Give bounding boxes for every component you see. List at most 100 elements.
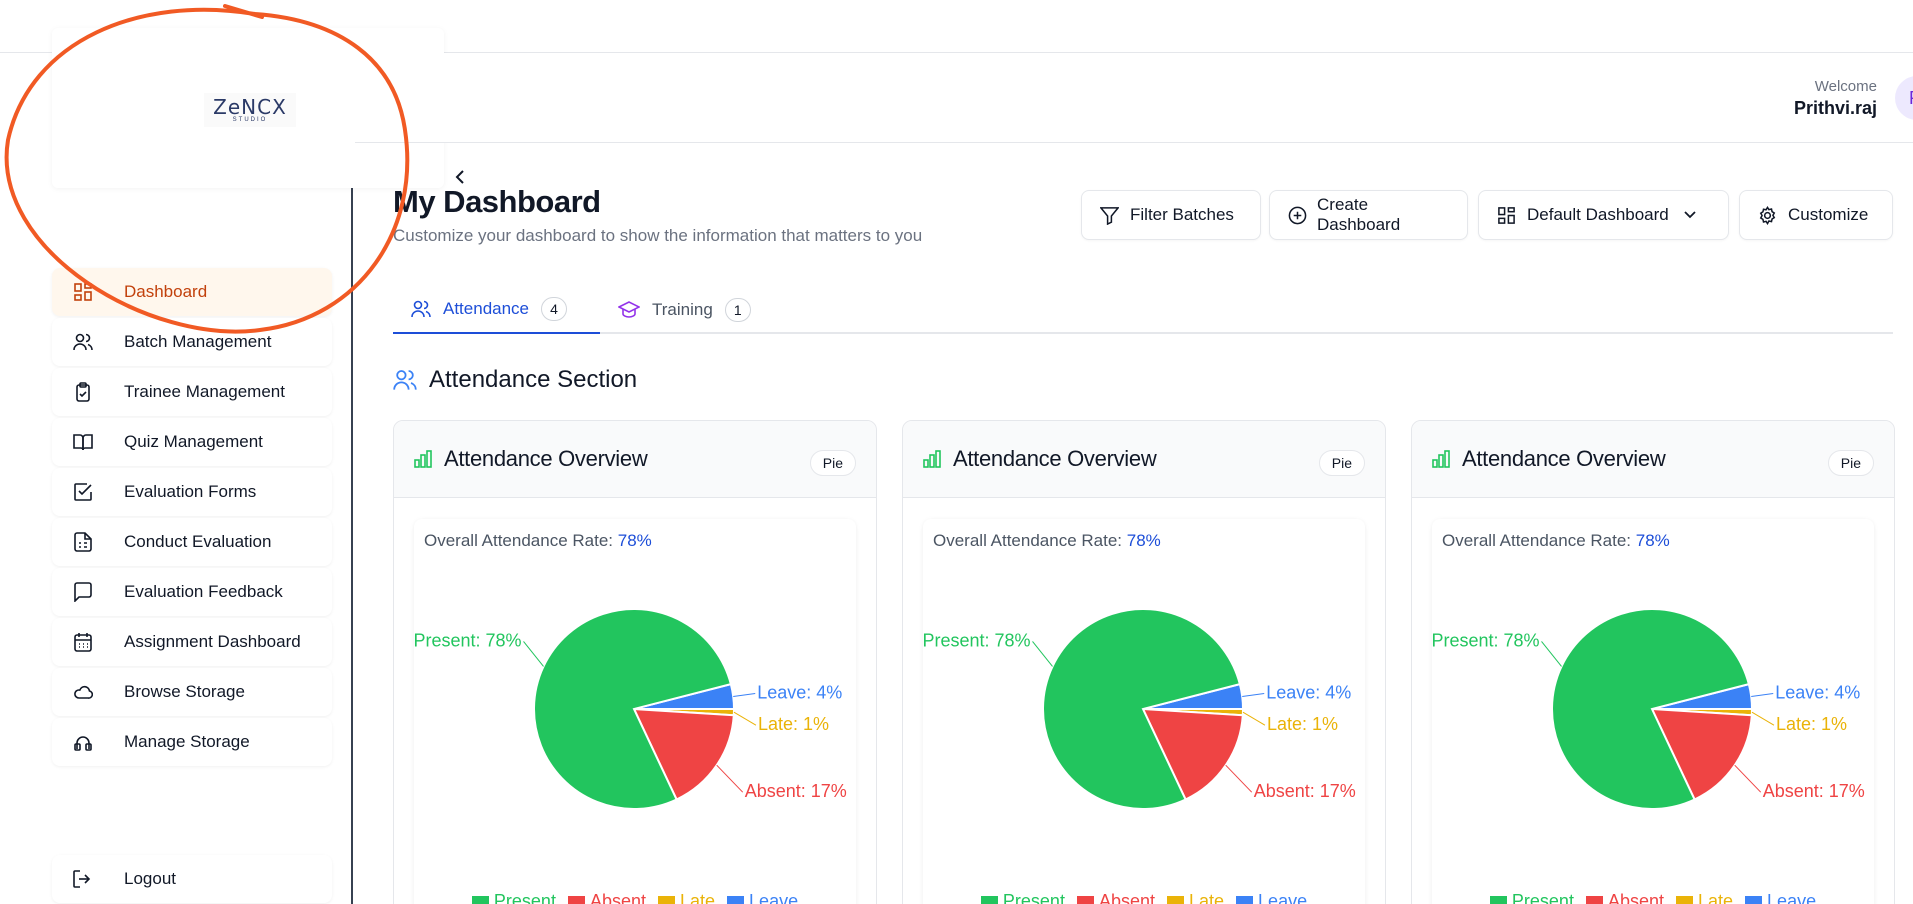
sidebar-item-label: Manage Storage: [124, 732, 250, 751]
pie-leader-present: [1541, 641, 1562, 667]
legend-swatch: [980, 895, 998, 904]
legend-label: Absent: [589, 891, 646, 904]
pie-label-present: Present: 78%: [414, 630, 522, 650]
legend-item-present[interactable]: Present: [1489, 891, 1574, 904]
chart-panel: Overall Attendance Rate: 78% Leave: 4% La…: [923, 519, 1365, 904]
sidebar-item-label: Browse Storage: [124, 682, 245, 701]
top-header: Welcome Prithvi.raj: [355, 53, 1913, 143]
chart-panel: Overall Attendance Rate: 78% Leave: 4% La…: [1432, 519, 1874, 904]
pie-label-leave: Leave: 4%: [757, 682, 842, 702]
sidebar-item-label: Batch Management: [124, 332, 272, 351]
card-title: Attendance Overview: [444, 446, 648, 471]
pie-leader-absent: [1734, 764, 1762, 793]
pie-chart: Leave: 4% Late: 1% Absent: 17% Present: 78%: [414, 608, 847, 810]
pie-leader-leave: [1242, 692, 1265, 697]
pie-label-present: Present: 78%: [1432, 630, 1540, 650]
legend-item-late[interactable]: Late: [1676, 891, 1733, 904]
legend-item-present[interactable]: Present: [980, 891, 1065, 904]
sheet-icon: [72, 531, 94, 553]
plus-circle-icon: [1288, 205, 1307, 225]
default-dashboard-dropdown[interactable]: Default Dashboard: [1478, 190, 1729, 240]
legend-swatch: [1745, 895, 1763, 904]
legend-label: Absent: [1607, 891, 1664, 904]
pie-label-present: Present: 78%: [923, 630, 1031, 650]
pie-label-absent: Absent: 17%: [1763, 781, 1865, 801]
tab-training[interactable]: Training 1: [600, 285, 770, 334]
attendance-rate-label: Overall Attendance Rate:: [933, 531, 1123, 550]
create-dashboard-button[interactable]: Create Dashboard: [1269, 190, 1468, 240]
card-header: Attendance Overview Pie: [903, 421, 1385, 498]
bar-chart-icon: [414, 450, 432, 468]
calendar-icon: [72, 631, 94, 653]
card-header: Attendance Overview Pie: [1412, 421, 1894, 498]
legend-swatch: [1585, 895, 1603, 904]
sidebar-item-assignment-dashboard[interactable]: Assignment Dashboard: [52, 618, 332, 666]
sidebar-item-batch-management[interactable]: Batch Management: [52, 318, 332, 366]
logout-icon: [72, 868, 94, 890]
section-title: Attendance Section: [393, 366, 637, 394]
pie-label-late: Late: 1%: [758, 714, 829, 734]
chevron-left-icon: [455, 170, 464, 184]
legend-item-leave[interactable]: Leave: [727, 891, 798, 904]
sidebar-item-trainee-management[interactable]: Trainee Management: [52, 368, 332, 416]
chevron-down-icon: [1683, 210, 1697, 220]
filter-batches-button[interactable]: Filter Batches: [1081, 190, 1261, 240]
legend-item-absent[interactable]: Absent: [1076, 891, 1155, 904]
card-title: Attendance Overview: [953, 446, 1157, 471]
page-subtitle: Customize your dashboard to show the inf…: [393, 226, 923, 245]
chart-legend: Present Absent Late Leave: [414, 891, 856, 904]
pie-label-leave: Leave: 4%: [1266, 682, 1351, 702]
sidebar-nav: Dashboard Batch Management Trainee Manag…: [52, 268, 332, 768]
pie-leader-leave: [1751, 692, 1774, 697]
legend-item-absent[interactable]: Absent: [1585, 891, 1664, 904]
sidebar-item-manage-storage[interactable]: Manage Storage: [52, 718, 332, 766]
create-dashboard-label: Create Dashboard: [1317, 195, 1401, 234]
card-title: Attendance Overview: [1462, 446, 1666, 471]
chart-type-badge[interactable]: Pie: [1318, 450, 1365, 476]
pie-leader-present: [1032, 641, 1053, 667]
legend-item-late[interactable]: Late: [1167, 891, 1224, 904]
legend-label: Late: [1698, 891, 1734, 904]
sidebar-item-label: Quiz Management: [124, 432, 263, 451]
tab-attendance[interactable]: Attendance 4: [393, 285, 600, 334]
legend-item-leave[interactable]: Leave: [1745, 891, 1816, 904]
check-square-icon: [72, 481, 94, 503]
user-name: Prithvi.raj: [1793, 98, 1877, 118]
sidebar-item-browse-storage[interactable]: Browse Storage: [52, 668, 332, 716]
attendance-rate: Overall Attendance Rate: 78%: [424, 531, 652, 551]
pie-chart: Leave: 4% Late: 1% Absent: 17% Present: 78%: [923, 608, 1356, 810]
section-title-text: Attendance Section: [429, 366, 638, 393]
message-icon: [72, 581, 94, 603]
customize-button[interactable]: Customize: [1739, 190, 1893, 240]
legend-item-present[interactable]: Present: [471, 891, 556, 904]
sidebar-item-evaluation-forms[interactable]: Evaluation Forms: [52, 468, 332, 516]
logout-button[interactable]: Logout: [52, 855, 332, 903]
book-icon: [72, 431, 94, 453]
legend-swatch: [1167, 895, 1184, 904]
sidebar-item-dashboard[interactable]: Dashboard: [52, 268, 332, 316]
legend-label: Present: [1002, 891, 1065, 904]
logo-wordmark: ZeNCX: [213, 95, 287, 119]
sidebar-item-evaluation-feedback[interactable]: Evaluation Feedback: [52, 568, 332, 616]
sidebar-item-quiz-management[interactable]: Quiz Management: [52, 418, 332, 466]
company-logo: ZeNCX STUDIO: [204, 93, 296, 127]
tab-count-badge: 1: [724, 297, 751, 322]
attendance-rate-value: 78%: [617, 531, 652, 550]
users-icon: [411, 299, 431, 319]
legend-item-absent[interactable]: Absent: [567, 891, 646, 904]
legend-item-late[interactable]: Late: [658, 891, 715, 904]
pie-label-late: Late: 1%: [1267, 714, 1338, 734]
sidebar-item-conduct-evaluation[interactable]: Conduct Evaluation: [52, 518, 332, 566]
bar-chart-icon: [1432, 450, 1450, 468]
sidebar-item-label: Evaluation Feedback: [124, 582, 283, 601]
attendance-rate-label: Overall Attendance Rate:: [1442, 531, 1632, 550]
chart-type-badge[interactable]: Pie: [1827, 450, 1874, 476]
welcome-block: Welcome Prithvi.raj: [1794, 78, 1877, 119]
legend-item-leave[interactable]: Leave: [1236, 891, 1307, 904]
attendance-overview-card: Attendance Overview Pie Overall Attendan…: [1411, 420, 1895, 904]
default-dashboard-label: Default Dashboard: [1527, 205, 1669, 224]
dashboard-tabs: Attendance 4 Training 1: [393, 285, 1893, 334]
pie-label-leave: Leave: 4%: [1775, 682, 1860, 702]
attendance-rate: Overall Attendance Rate: 78%: [1442, 531, 1670, 551]
chart-type-badge[interactable]: Pie: [809, 450, 856, 476]
